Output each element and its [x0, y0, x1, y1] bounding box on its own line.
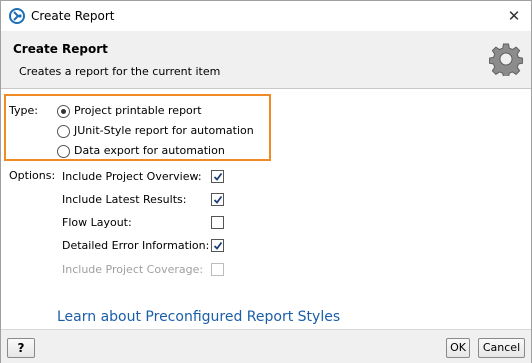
option-label: Include Project Coverage: [62, 263, 204, 276]
learn-report-styles-link[interactable]: Learn about Preconfigured Report Styles [57, 309, 340, 325]
include-project-overview-checkbox[interactable] [211, 170, 224, 183]
header-banner: Create Report Creates a report for the c… [1, 32, 531, 89]
dialog-footer: ? OK Cancel [1, 329, 531, 363]
checkmark-icon [213, 241, 223, 250]
checkmark-icon [213, 195, 223, 204]
option-label: Flow Layout: [62, 216, 132, 229]
radio-label[interactable]: Data export for automation [74, 144, 225, 157]
cancel-button[interactable]: Cancel [478, 338, 525, 358]
radio-button[interactable] [57, 125, 70, 138]
flow-layout-checkbox[interactable] [211, 216, 224, 229]
include-latest-results-checkbox[interactable] [211, 193, 224, 206]
radio-label[interactable]: JUnit-Style report for automation [74, 124, 254, 137]
option-label: Detailed Error Information: [62, 239, 210, 252]
app-logo-icon [9, 8, 25, 24]
detailed-error-information-checkbox[interactable] [211, 239, 224, 252]
radio-button[interactable] [57, 145, 70, 158]
content-area: Type: Project printable report JUnit-Sty… [1, 89, 531, 329]
include-project-coverage-checkbox [211, 263, 224, 276]
ok-button[interactable]: OK [446, 338, 470, 358]
radio-label[interactable]: Project printable report [74, 104, 202, 117]
option-label: Include Latest Results: [62, 193, 187, 206]
banner-subtitle: Creates a report for the current item [19, 65, 221, 78]
options-label: Options: [9, 169, 56, 182]
type-label: Type: [9, 104, 38, 117]
option-label: Include Project Overview: [62, 170, 202, 183]
close-button[interactable]: ✕ [503, 5, 525, 27]
gear-icon [489, 43, 523, 76]
radio-selected-dot [61, 109, 66, 114]
create-report-dialog: Create Report ✕ Create Report Creates a … [0, 0, 532, 363]
window-title: Create Report [31, 9, 115, 23]
checkmark-icon [213, 172, 223, 181]
banner-title: Create Report [13, 42, 108, 56]
title-bar: Create Report ✕ [1, 1, 531, 31]
help-button[interactable]: ? [7, 338, 35, 358]
radio-button[interactable] [57, 105, 70, 118]
